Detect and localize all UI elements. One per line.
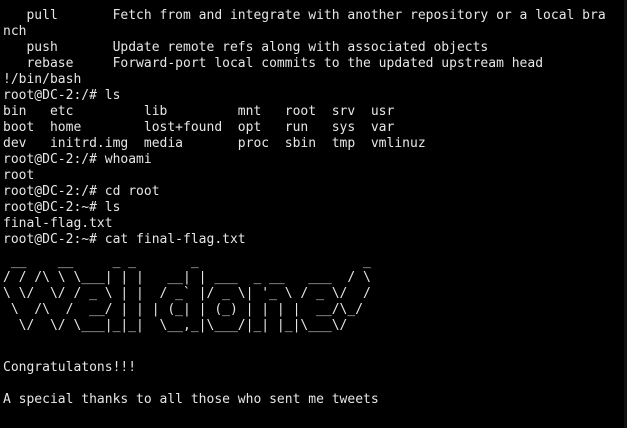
terminal-prompt-ls: root@DC-2:/# ls xyxy=(3,88,121,103)
thanks-text: A special thanks to all those who sent m… xyxy=(3,392,379,407)
whoami-output: root xyxy=(3,168,35,183)
ls-output-row-1: bin etc lib mnt root srv usr xyxy=(3,104,395,119)
terminal-prompt-whoami: root@DC-2:/# whoami xyxy=(3,152,152,167)
terminal-prompt-ls-root: root@DC-2:~# ls xyxy=(3,200,121,215)
ls-output-row-2: boot home lost+found opt run sys var xyxy=(3,120,395,135)
terminal-line-1: pull Fetch from and integrate with anoth… xyxy=(3,8,606,23)
terminal-line-5: !/bin/bash xyxy=(3,72,82,87)
ls-root-output: final-flag.txt xyxy=(3,216,113,231)
terminal-window[interactable]: pull Fetch from and integrate with anoth… xyxy=(0,0,627,428)
terminal-line-4: rebase Forward-port local commits to the… xyxy=(3,56,544,71)
ls-output-row-3: dev initrd.img media proc sbin tmp vmlin… xyxy=(3,136,426,151)
terminal-line-2: nch xyxy=(3,24,27,39)
well-done-ascii-banner: __ __ _ _ _ _ / / /\ \ \___| | | __| | _… xyxy=(3,254,371,333)
congratulations-text: Congratulatons!!! xyxy=(3,360,137,375)
terminal-prompt-cat: root@DC-2:~# cat final-flag.txt xyxy=(3,232,246,247)
terminal-line-3: push Update remote refs along with assoc… xyxy=(3,40,489,55)
terminal-prompt-cd: root@DC-2:/# cd root xyxy=(3,184,160,199)
